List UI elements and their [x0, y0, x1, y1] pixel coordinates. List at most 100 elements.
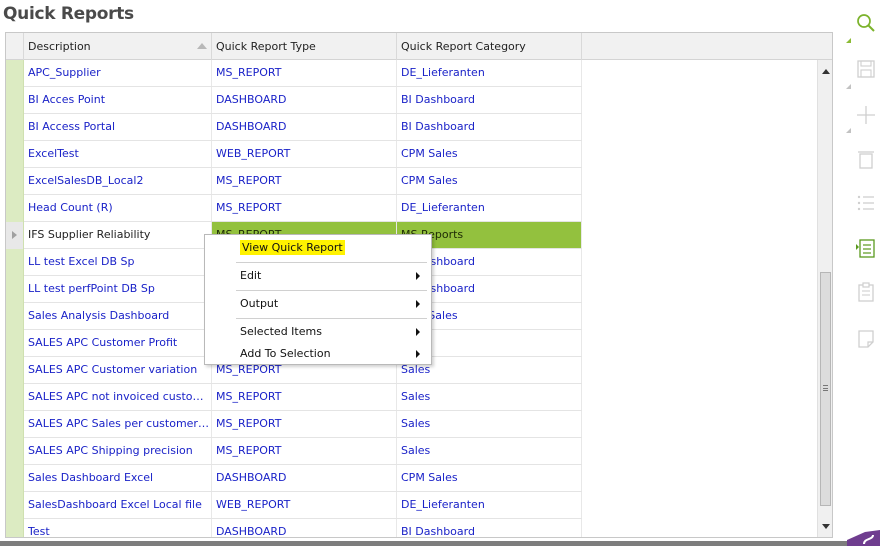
cell-description[interactable]: SALES APC Customer Profit — [24, 330, 212, 356]
column-header-type[interactable]: Quick Report Type — [212, 33, 397, 60]
row-indicator[interactable] — [6, 438, 24, 465]
menu-item-output[interactable]: Output — [205, 293, 431, 315]
cell-description[interactable]: LL test perfPoint DB Sp — [24, 276, 212, 302]
cell-report-type[interactable]: DASHBOARD — [212, 519, 397, 537]
cell-report-type[interactable]: DASHBOARD — [212, 87, 397, 113]
cell-description[interactable]: Head Count (R) — [24, 195, 212, 221]
cell-report-category[interactable]: Sales — [397, 384, 582, 410]
save-button[interactable] — [855, 58, 877, 80]
row-indicator[interactable] — [6, 492, 24, 519]
table-row[interactable]: Head Count (R) MS_REPORT DE_Lieferanten — [6, 195, 582, 222]
row-indicator[interactable] — [6, 276, 24, 303]
search-button[interactable] — [855, 12, 877, 34]
table-row[interactable]: SalesDashboard Excel Local file WEB_REPOR… — [6, 492, 582, 519]
cell-report-category[interactable]: DE_Lieferanten — [397, 60, 582, 86]
cell-description[interactable]: SALES APC Customer variation — [24, 357, 212, 383]
row-indicator[interactable] — [6, 465, 24, 492]
row-indicator[interactable] — [6, 357, 24, 384]
row-indicator[interactable] — [6, 168, 24, 195]
cell-report-type[interactable]: MS_REPORT — [212, 384, 397, 410]
cell-report-category[interactable]: BI Dashboard — [397, 114, 582, 140]
table-row[interactable]: ExcelTest WEB_REPORT CPM Sales — [6, 141, 582, 168]
column-header-description[interactable]: Description — [24, 33, 212, 60]
report-button[interactable] — [855, 237, 877, 259]
cell-description[interactable]: Test — [24, 519, 212, 537]
table-row[interactable]: SALES APC Sales per customer groupMS_REP… — [6, 411, 582, 438]
cell-description[interactable]: LL test Excel DB Sp — [24, 249, 212, 275]
cell-description[interactable]: IFS Supplier Reliability — [24, 222, 212, 248]
cell-report-type[interactable]: MS_REPORT — [212, 195, 397, 221]
cell-report-category[interactable]: Sales — [397, 438, 582, 464]
cell-description[interactable]: SALES APC not invoiced customers — [24, 384, 212, 410]
table-row[interactable]: Test DASHBOARD BI Dashboard — [6, 519, 582, 537]
quick-reports-page: Quick Reports Description Quick Report T… — [0, 0, 880, 546]
cell-report-type[interactable]: MS_REPORT — [212, 438, 397, 464]
scroll-up-icon[interactable] — [822, 69, 830, 74]
cell-report-category[interactable]: CPM Sales — [397, 465, 582, 491]
table-row[interactable]: APC_Supplier MS_REPORT DE_Lieferanten — [6, 60, 582, 87]
menu-item-selected-items[interactable]: Selected Items — [205, 321, 431, 343]
cell-description[interactable]: ExcelSalesDB_Local2 — [24, 168, 212, 194]
menu-item-add-to-selection[interactable]: Add To Selection — [205, 343, 431, 365]
cell-report-type[interactable]: MS_REPORT — [212, 168, 397, 194]
cell-report-type[interactable]: DASHBOARD — [212, 114, 397, 140]
cell-report-category[interactable]: CPM Sales — [397, 168, 582, 194]
row-indicator[interactable] — [6, 384, 24, 411]
menu-item-label: View Quick Report — [240, 240, 345, 255]
table-row[interactable]: Sales Dashboard Excel DASHBOARD CPM Sales — [6, 465, 582, 492]
clipboard-button[interactable] — [855, 281, 877, 303]
cell-report-category[interactable]: DE_Lieferanten — [397, 492, 582, 518]
cell-report-category[interactable]: BI Dashboard — [397, 519, 582, 537]
cell-report-type[interactable]: WEB_REPORT — [212, 141, 397, 167]
scroll-down-icon[interactable] — [822, 524, 830, 529]
cell-report-category[interactable]: CPM Sales — [397, 141, 582, 167]
cell-description[interactable]: BI Access Portal — [24, 114, 212, 140]
cell-description[interactable]: Sales Analysis Dashboard — [24, 303, 212, 329]
row-indicator[interactable] — [6, 222, 24, 249]
row-indicator[interactable] — [6, 87, 24, 114]
vertical-scrollbar[interactable] — [817, 60, 832, 537]
scrollbar-thumb[interactable] — [820, 272, 831, 506]
cell-description[interactable]: SALES APC Sales per customer group — [24, 411, 212, 437]
cell-description[interactable]: APC_Supplier — [24, 60, 212, 86]
cell-description[interactable]: ExcelTest — [24, 141, 212, 167]
row-indicator[interactable] — [6, 141, 24, 168]
menu-item-view-quick-report[interactable]: View Quick Report — [205, 237, 431, 259]
cell-report-type[interactable]: MS_REPORT — [212, 60, 397, 86]
row-indicator[interactable] — [6, 195, 24, 222]
cell-report-category[interactable]: Sales — [397, 411, 582, 437]
cell-report-type[interactable]: WEB_REPORT — [212, 492, 397, 518]
row-indicator[interactable] — [6, 114, 24, 141]
row-indicator[interactable] — [6, 330, 24, 357]
submenu-arrow-icon — [416, 272, 420, 280]
list-icon — [857, 195, 874, 211]
row-indicator[interactable] — [6, 519, 24, 537]
table-row[interactable]: SALES APC Shipping precision MS_REPORT Sal… — [6, 438, 582, 465]
table-row[interactable]: ExcelSalesDB_Local2 MS_REPORT CPM Sales — [6, 168, 582, 195]
table-row[interactable]: SALES APC not invoiced customers MS_REPOR… — [6, 384, 582, 411]
note-button[interactable] — [855, 328, 877, 350]
list-button[interactable] — [855, 192, 877, 214]
menu-item-label: Selected Items — [240, 325, 322, 338]
row-indicator[interactable] — [6, 303, 24, 330]
cell-description[interactable]: BI Acces Point — [24, 87, 212, 113]
delete-button[interactable] — [855, 148, 877, 170]
table-row[interactable]: BI Access Portal DASHBOARD BI Dashboard — [6, 114, 582, 141]
submenu-arrow-icon — [416, 350, 420, 358]
brand-logo — [847, 530, 880, 546]
row-indicator[interactable] — [6, 249, 24, 276]
cell-description[interactable]: SalesDashboard Excel Local file — [24, 492, 212, 518]
table-row[interactable]: BI Acces Point DASHBOARD BI Dashboard — [6, 87, 582, 114]
column-header-category[interactable]: Quick Report Category — [397, 33, 582, 60]
cell-report-type[interactable]: MS_REPORT — [212, 411, 397, 437]
menu-item-edit[interactable]: Edit — [205, 265, 431, 287]
cell-description[interactable]: SALES APC Shipping precision — [24, 438, 212, 464]
cell-description[interactable]: Sales Dashboard Excel — [24, 465, 212, 491]
cell-report-type[interactable]: DASHBOARD — [212, 465, 397, 491]
cell-report-category[interactable]: BI Dashboard — [397, 87, 582, 113]
new-button[interactable] — [855, 104, 877, 126]
grip-icon — [823, 385, 828, 391]
row-indicator[interactable] — [6, 411, 24, 438]
cell-report-category[interactable]: DE_Lieferanten — [397, 195, 582, 221]
row-indicator[interactable] — [6, 60, 24, 87]
